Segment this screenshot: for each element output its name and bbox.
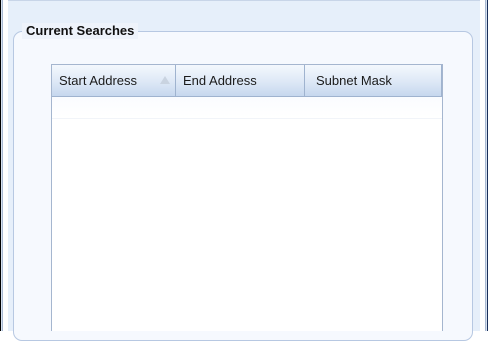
sort-ascending-icon [160, 76, 170, 84]
groupbox-title: Current Searches [22, 23, 139, 39]
current-searches-table[interactable]: Start Address End Address Subnet Mask [51, 64, 443, 331]
column-header-label: Subnet Mask [316, 73, 392, 88]
column-header-end-address[interactable]: End Address [176, 65, 305, 97]
window-frame-left [0, 0, 3, 331]
column-header-label: Start Address [59, 73, 138, 88]
column-header-label: End Address [183, 73, 257, 88]
column-header-subnet-mask[interactable]: Subnet Mask [305, 65, 442, 97]
table-header: Start Address End Address Subnet Mask [52, 65, 442, 97]
window: Current Searches Start Address End Addre… [0, 0, 488, 341]
table-empty-row [52, 97, 442, 119]
column-header-start-address[interactable]: Start Address [52, 65, 176, 97]
